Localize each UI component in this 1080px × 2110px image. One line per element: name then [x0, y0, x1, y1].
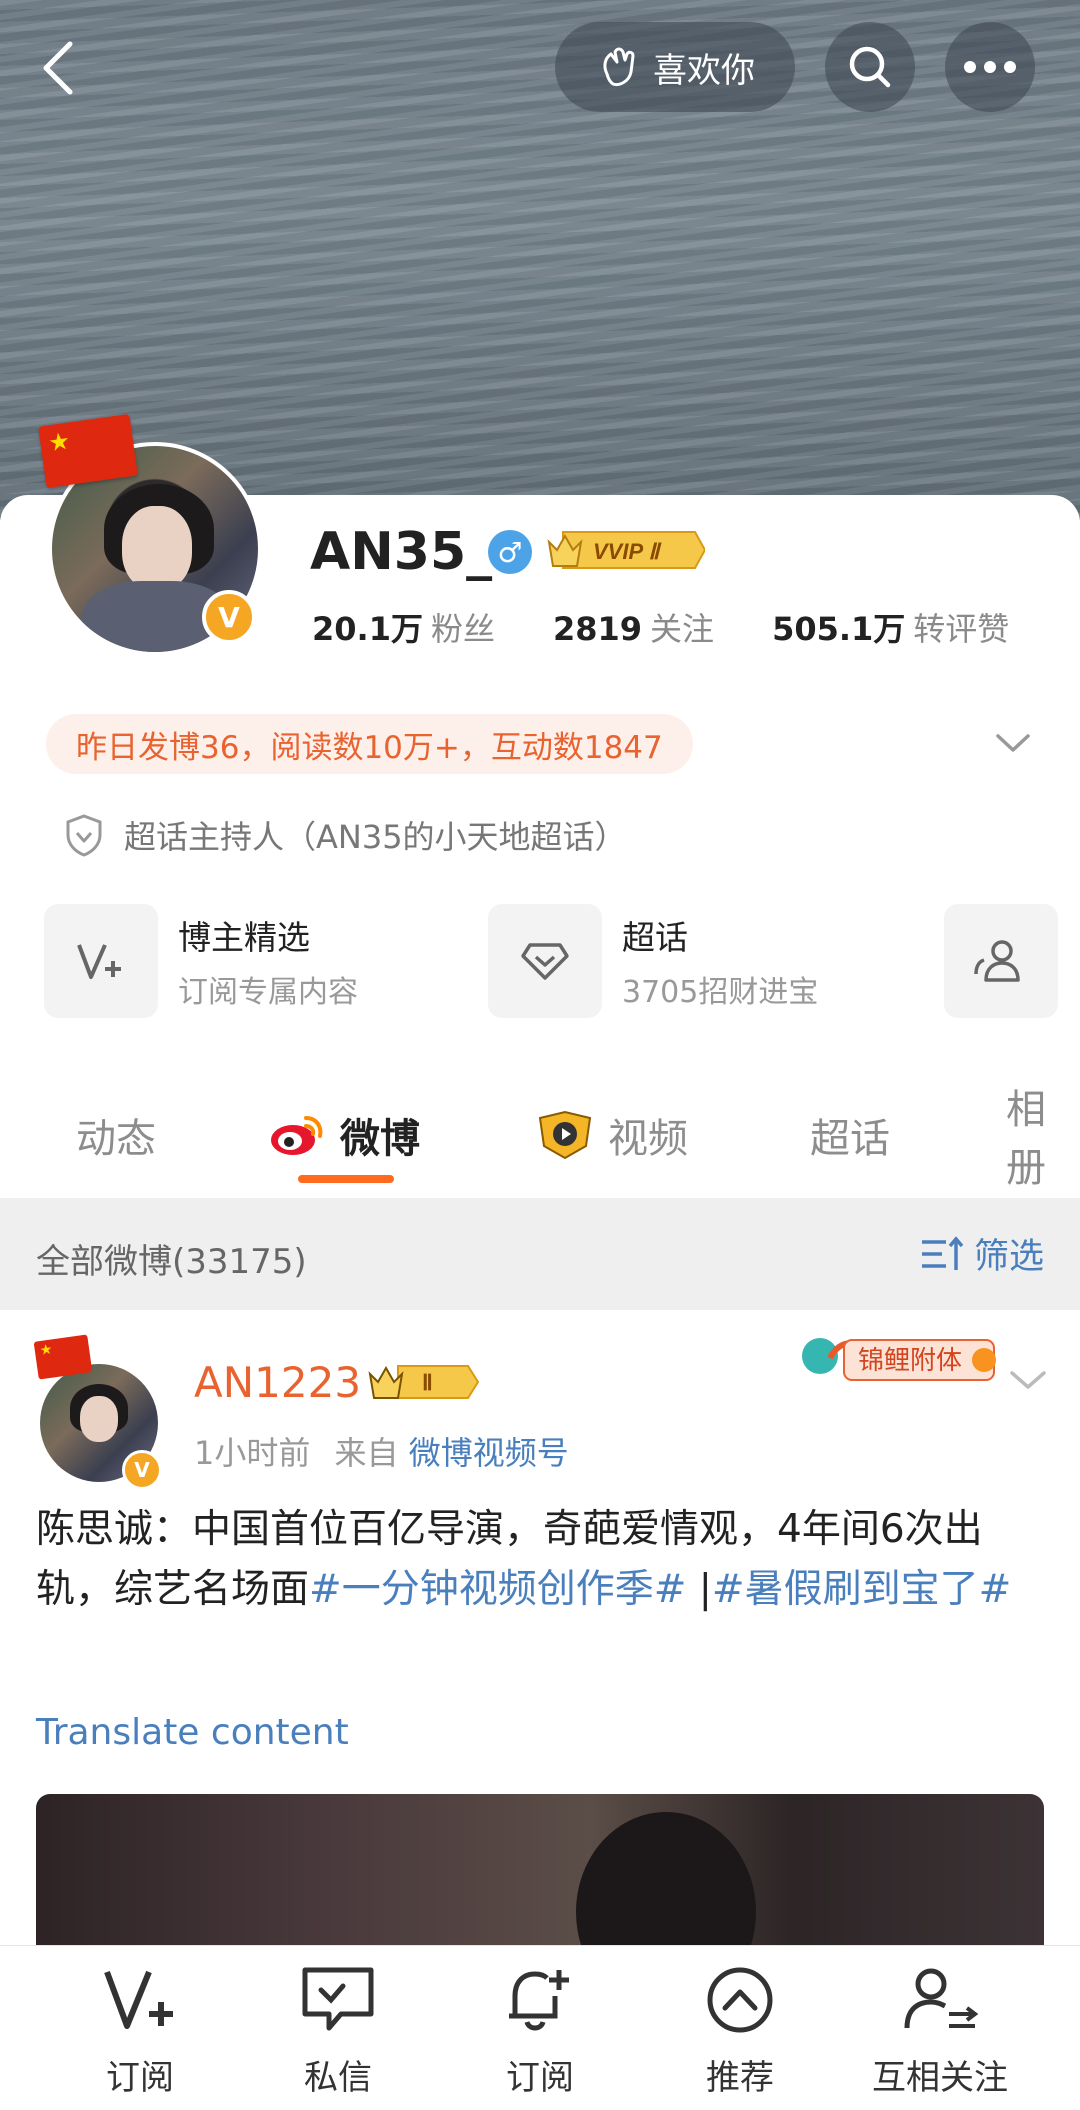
more-dots-icon	[964, 61, 1016, 73]
post-author-avatar[interactable]: V	[33, 1334, 166, 1490]
host-role-label: 超话主持人（AN35的小天地超话）	[124, 818, 627, 856]
shortcut-title: 博主精选	[178, 918, 310, 957]
weibo-logo-icon	[271, 1116, 323, 1155]
tab-activity[interactable]: 动态	[76, 1095, 156, 1175]
more-button[interactable]	[945, 22, 1035, 112]
filter-button[interactable]: 筛选	[920, 1228, 1044, 1279]
post-source-link[interactable]: 微博视频号	[409, 1434, 569, 1472]
profile-avatar[interactable]: V	[38, 413, 272, 670]
top-bar: 喜欢你	[0, 20, 1080, 115]
daily-summary-badge[interactable]: 昨日发博36，阅读数10万+，互动数1847	[46, 714, 693, 774]
back-button[interactable]	[32, 38, 92, 98]
tab-album[interactable]: 相册	[1006, 1087, 1080, 1191]
china-flag-icon	[33, 1334, 93, 1380]
china-flag-icon	[38, 413, 138, 489]
tab-weibo[interactable]: 微博	[268, 1095, 420, 1175]
chevron-down-icon[interactable]	[995, 728, 1031, 758]
svg-text:Ⅱ: Ⅱ	[422, 1370, 433, 1395]
post-meta: 1小时前 来自 微博视频号	[194, 1428, 569, 1474]
post-text: 陈思诚：中国首位百亿导演，奇葩爱情观，4年间6次出轨，综艺名场面#一分钟视频创作…	[36, 1507, 1012, 1612]
shortcut-title: 超话	[622, 918, 688, 957]
male-gender-icon: ♂	[488, 530, 532, 574]
hashtag-link[interactable]: #暑假刷到宝了#	[712, 1567, 1011, 1612]
svg-text:VVIP Ⅱ: VVIP Ⅱ	[593, 539, 662, 564]
all-posts-count: 全部微博(33175)	[36, 1242, 307, 1282]
nav-mutual-follow[interactable]: 互相关注	[840, 1964, 1040, 2099]
shortcut-featured[interactable]: 博主精选 订阅专属内容	[44, 903, 358, 1019]
shortcut-super-topic[interactable]: 超话 3705招财进宝	[488, 903, 818, 1019]
followers-stat[interactable]: 20.1万 粉丝	[312, 604, 495, 650]
chevron-down-icon[interactable]	[1008, 1365, 1048, 1395]
post-time: 1小时前	[194, 1434, 311, 1472]
nav-notify[interactable]: 订阅	[440, 1964, 640, 2099]
following-stat[interactable]: 2819 关注	[553, 604, 714, 650]
chat-icon	[302, 1967, 374, 2031]
back-arrow-icon	[43, 41, 73, 95]
verified-v-icon: V	[122, 1450, 162, 1490]
search-button[interactable]	[825, 22, 915, 112]
profile-tabs: 动态 微博 视频 超话 相册	[0, 1087, 1080, 1191]
search-icon	[849, 46, 891, 88]
svg-text:锦鲤附体: 锦鲤附体	[858, 1346, 962, 1376]
like-button[interactable]: 喜欢你	[555, 22, 795, 112]
nav-recommend[interactable]: 推荐	[640, 1964, 840, 2099]
post-from: 来自	[334, 1434, 399, 1472]
nav-messages[interactable]: 私信	[238, 1964, 438, 2099]
up-arrow-circle-icon	[707, 1967, 773, 2033]
like-label: 喜欢你	[653, 50, 755, 91]
bottom-nav: 订阅 私信 订阅 推荐 互相关注	[0, 1945, 1080, 2110]
bell-plus-icon	[509, 1970, 569, 2031]
active-tab-indicator	[298, 1175, 394, 1183]
v-plus-icon	[44, 904, 158, 1018]
mutual-follow-icon	[904, 1968, 979, 2029]
vvip-badge[interactable]: VVIP Ⅱ	[545, 528, 705, 572]
tab-super-topic[interactable]: 超话	[810, 1095, 890, 1175]
koi-luck-badge: 锦鲤附体	[800, 1318, 1005, 1396]
diamond-icon	[488, 904, 602, 1018]
filter-icon	[921, 1235, 964, 1270]
post-author-name[interactable]: AN1223	[194, 1358, 361, 1407]
username: AN35_	[310, 522, 493, 582]
shortcut-subtitle: 订阅专属内容	[178, 975, 358, 1010]
weibo-post: V AN1223 Ⅱ 1小时前 来自 微博视频号 锦鲤附体 陈思诚：中国首位百亿…	[0, 1310, 1080, 1974]
shortcut-group[interactable]	[944, 903, 1058, 1019]
video-badge-icon	[538, 1110, 592, 1160]
profile-stats: 20.1万 粉丝 2819 关注 505.1万 转评赞	[312, 604, 1067, 650]
group-icon	[944, 904, 1058, 1018]
shortcut-subtitle: 3705招财进宝	[622, 975, 819, 1010]
crown-badge[interactable]: Ⅱ	[368, 1362, 480, 1402]
v-plus-icon	[104, 1970, 173, 2029]
hashtag-link[interactable]: #一分钟视频创作季#	[309, 1567, 686, 1612]
interactions-stat[interactable]: 505.1万 转评赞	[772, 604, 1009, 650]
verified-v-icon: V	[202, 590, 256, 644]
translate-link[interactable]: Translate content	[36, 1712, 349, 1753]
nav-subscribe[interactable]: 订阅	[40, 1964, 240, 2099]
clap-hand-icon	[603, 47, 635, 86]
feed-filter-bar: 全部微博(33175) 筛选	[0, 1198, 1080, 1310]
tab-video[interactable]: 视频	[536, 1095, 688, 1175]
super-topic-host[interactable]: 超话主持人（AN35的小天地超话）	[64, 810, 627, 860]
shortcut-row: 博主精选 订阅专属内容 超话 3705招财进宝	[44, 903, 1080, 1019]
shield-icon	[66, 814, 102, 857]
